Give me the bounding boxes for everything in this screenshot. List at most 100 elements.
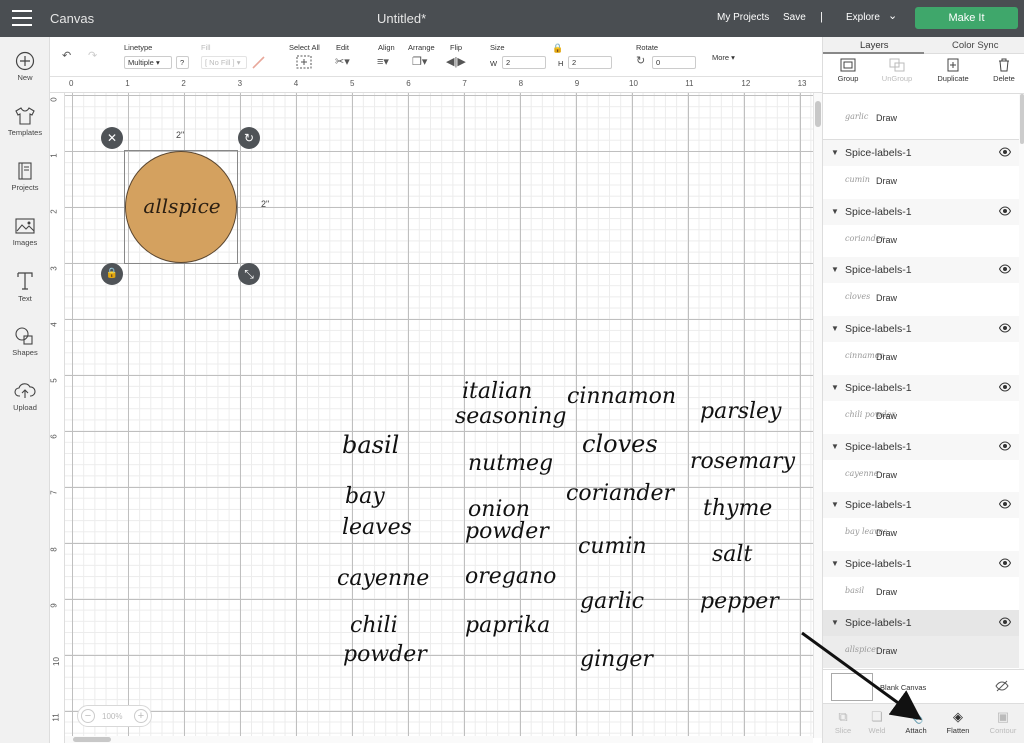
align-icon[interactable]: ≡▾ (377, 55, 389, 68)
eye-icon[interactable] (999, 323, 1011, 333)
tab-color-sync[interactable]: Color Sync (952, 40, 998, 51)
caret-down-icon[interactable]: ▼ (831, 383, 839, 392)
eye-icon[interactable] (999, 382, 1011, 392)
spice-word-cumin[interactable]: cumin (578, 535, 647, 559)
blank-canvas-row[interactable]: Blank Canvas (823, 669, 1024, 703)
height-input[interactable]: 2 (568, 56, 612, 69)
document-title[interactable]: Untitled* (377, 11, 426, 26)
layer-row[interactable]: cloves Draw (823, 283, 1019, 316)
caret-down-icon[interactable]: ▼ (831, 442, 839, 451)
spice-word-italian[interactable]: italian (462, 380, 532, 404)
ungroup-button[interactable]: UnGroup (872, 54, 922, 83)
edit-scissors-icon[interactable]: ✂▾ (335, 55, 350, 68)
chevron-down-icon[interactable]: ⌄ (888, 9, 897, 22)
width-input[interactable]: 2 (502, 56, 546, 69)
layer-group[interactable]: ▼ Spice-labels-1 bay leaves Draw (823, 492, 1019, 551)
eye-icon[interactable] (999, 264, 1011, 274)
group-button[interactable]: Group (823, 54, 873, 83)
horizontal-scrollbar[interactable] (65, 736, 813, 743)
hamburger-menu-icon[interactable] (12, 10, 32, 26)
layer-row[interactable]: cayenne Draw (823, 459, 1019, 492)
sidebar-item-upload[interactable]: Upload (0, 381, 50, 412)
my-projects-link[interactable]: My Projects (717, 12, 769, 23)
redo-icon[interactable]: ↷ (88, 49, 97, 62)
more-dropdown[interactable]: More ▾ (712, 53, 735, 62)
arrange-icon[interactable]: ❐▾ (412, 55, 427, 68)
caret-down-icon[interactable]: ▼ (831, 207, 839, 216)
spice-word-bay[interactable]: bay (345, 485, 385, 509)
layer-group-header[interactable]: ▼ Spice-labels-1 (823, 375, 1019, 401)
eye-icon[interactable] (999, 206, 1011, 216)
spice-word-paprika[interactable]: paprika (465, 614, 550, 638)
layer-group-header[interactable]: ▼ Spice-labels-1 (823, 434, 1019, 460)
undo-icon[interactable]: ↶ (62, 49, 71, 62)
spice-word-nutmeg[interactable]: nutmeg (468, 452, 553, 476)
weld-button[interactable]: ❏ Weld (857, 708, 897, 735)
spice-word-leaves[interactable]: leaves (342, 516, 412, 540)
layer-row[interactable]: allspice Draw (823, 635, 1019, 668)
zoom-in-button[interactable]: + (134, 709, 148, 723)
eye-icon[interactable] (999, 499, 1011, 509)
fill-swatch-icon[interactable] (251, 55, 266, 70)
spice-word-cloves[interactable]: cloves (582, 432, 658, 456)
delete-handle-close-icon[interactable]: ✕ (101, 127, 123, 149)
layer-row[interactable]: bay leaves Draw (823, 518, 1019, 551)
sidebar-item-text[interactable]: Text (0, 270, 50, 303)
fill-select[interactable]: [ No Fill ] ▾ (201, 56, 247, 69)
layer-group-header[interactable]: ▼ Spice-labels-1 (823, 610, 1019, 636)
spice-word-rosemary[interactable]: rosemary (690, 450, 795, 474)
sidebar-item-shapes[interactable]: Shapes (0, 326, 50, 357)
spice-word-basil[interactable]: basil (342, 433, 399, 457)
caret-down-icon[interactable]: ▼ (831, 265, 839, 274)
caret-down-icon[interactable]: ▼ (831, 500, 839, 509)
caret-down-icon[interactable]: ▼ (831, 324, 839, 333)
layer-group-header[interactable]: ▼ Spice-labels-1 (823, 551, 1019, 577)
attach-button[interactable]: 📎 Attach (896, 708, 936, 735)
spice-word-garlic[interactable]: garlic (580, 590, 644, 614)
layer-group[interactable]: ▼ Spice-labels-1 allspice Draw (823, 609, 1019, 668)
allspice-label-circle[interactable]: allspice (125, 151, 237, 263)
caret-down-icon[interactable]: ▼ (831, 618, 839, 627)
spice-word-parsley[interactable]: parsley (700, 400, 782, 424)
blank-canvas-swatch[interactable] (831, 673, 873, 701)
duplicate-button[interactable]: Duplicate (928, 54, 978, 83)
resize-handle-icon[interactable]: ⤡ (238, 263, 260, 285)
panel-scrollbar[interactable] (1019, 94, 1024, 669)
layer-row-partial[interactable]: garlic Draw (823, 94, 1019, 140)
layer-row[interactable]: basil Draw (823, 576, 1019, 609)
zoom-out-button[interactable]: − (81, 709, 95, 723)
spice-word-thyme[interactable]: thyme (703, 497, 772, 521)
linetype-help-button[interactable]: ? (176, 56, 189, 69)
layer-group-header[interactable]: ▼ Spice-labels-1 (823, 492, 1019, 518)
eye-icon[interactable] (999, 147, 1011, 157)
layer-group[interactable]: ▼ Spice-labels-1 coriander Draw (823, 198, 1019, 257)
spice-word-powder-2[interactable]: powder (343, 643, 427, 667)
make-it-button[interactable]: Make It (915, 7, 1018, 29)
sidebar-item-new[interactable]: New (0, 51, 50, 82)
caret-down-icon[interactable]: ▼ (831, 148, 839, 157)
layer-group-header[interactable]: ▼ Spice-labels-1 (823, 140, 1019, 166)
tab-layers[interactable]: Layers (860, 40, 889, 51)
layer-group[interactable]: ▼ Spice-labels-1 cloves Draw (823, 257, 1019, 316)
layer-group[interactable]: ▼ Spice-labels-1 cumin Draw (823, 140, 1019, 198)
save-button[interactable]: Save (783, 12, 806, 23)
hidden-eye-icon[interactable] (995, 680, 1009, 692)
layer-group[interactable]: ▼ Spice-labels-1 basil Draw (823, 550, 1019, 609)
rotate-handle-icon[interactable]: ↻ (238, 127, 260, 149)
sidebar-item-templates[interactable]: Templates (0, 106, 50, 137)
layer-group[interactable]: ▼ Spice-labels-1 cayenne Draw (823, 433, 1019, 492)
layer-row[interactable]: chili powder Draw (823, 400, 1019, 433)
layer-group[interactable]: ▼ Spice-labels-1 chili powder Draw (823, 374, 1019, 433)
flatten-button[interactable]: ◈ Flatten (938, 708, 978, 735)
vertical-scrollbar[interactable] (813, 93, 822, 738)
eye-icon[interactable] (999, 558, 1011, 568)
spice-word-seasoning[interactable]: seasoning (455, 405, 566, 429)
flip-icon[interactable]: ◀|▶ (446, 55, 466, 68)
lock-handle-icon[interactable]: 🔒 (101, 263, 123, 285)
layer-group-header[interactable]: ▼ Spice-labels-1 (823, 199, 1019, 225)
layer-row[interactable]: coriander Draw (823, 224, 1019, 257)
layer-row[interactable]: cumin Draw (823, 166, 1019, 198)
rotate-input[interactable]: 0 (652, 56, 696, 69)
contour-button[interactable]: ▣ Contour (983, 708, 1023, 735)
spice-word-chili[interactable]: chili (350, 614, 398, 638)
